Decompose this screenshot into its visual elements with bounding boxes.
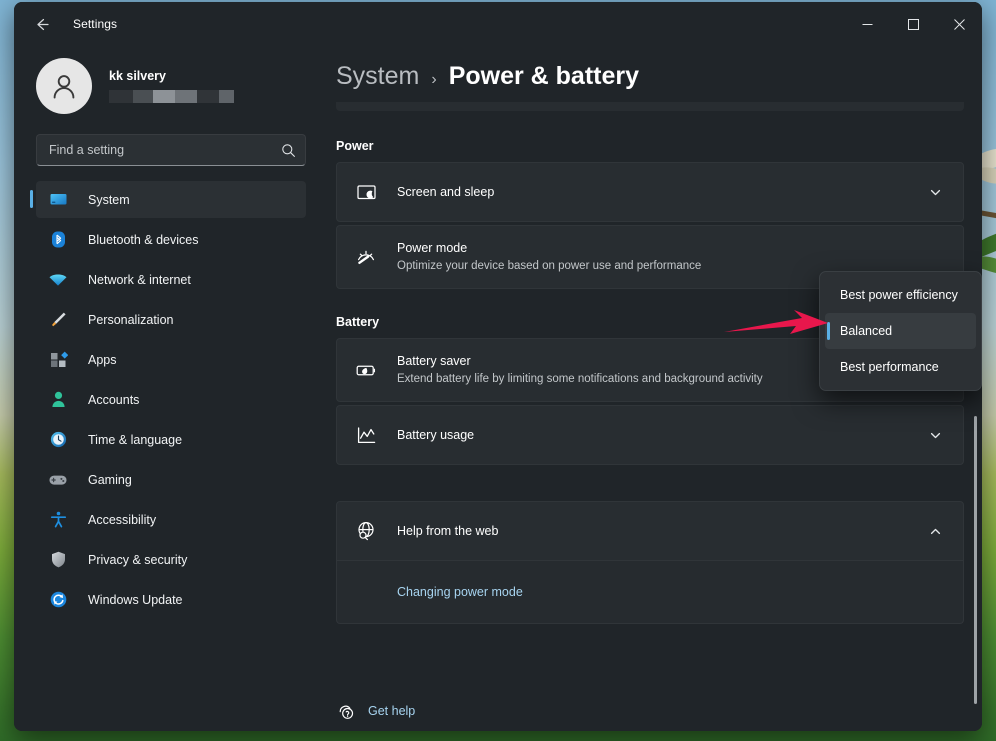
battery-saver-icon: [353, 359, 379, 382]
close-button[interactable]: [936, 2, 982, 46]
settings-window: Settings: [14, 2, 982, 731]
sidebar-item-accounts[interactable]: Accounts: [36, 381, 306, 418]
sidebar-item-label: Windows Update: [88, 593, 183, 607]
chart-line-icon: [353, 425, 379, 446]
section-title-power: Power: [336, 139, 968, 153]
account-info: kk silvery: [109, 69, 234, 103]
sidebar-item-apps[interactable]: Apps: [36, 341, 306, 378]
dropdown-option-best-power-efficiency[interactable]: Best power efficiency: [825, 277, 976, 313]
card-battery-usage[interactable]: Battery usage: [336, 405, 964, 465]
card-text: Power mode Optimize your device based on…: [397, 240, 946, 274]
card-title: Help from the web: [397, 523, 924, 540]
sidebar-nav: System Bluetooth & devices: [23, 181, 311, 618]
sidebar-item-bluetooth-devices[interactable]: Bluetooth & devices: [36, 221, 306, 258]
dropdown-option-best-performance[interactable]: Best performance: [825, 349, 976, 385]
account-email-redacted: [109, 90, 234, 103]
search-box[interactable]: [36, 134, 306, 166]
card-text: Help from the web: [397, 523, 924, 540]
card-text: Battery usage: [397, 427, 924, 444]
chevron-down-icon[interactable]: [924, 186, 946, 199]
person-icon: [47, 389, 69, 411]
window-body: kk silvery: [14, 46, 982, 731]
monitor-icon: [47, 189, 69, 211]
sidebar-item-label: Accessibility: [88, 513, 156, 527]
screen-sleep-icon: [353, 182, 379, 203]
sidebar-item-label: Network & internet: [88, 273, 191, 287]
card-title: Power mode: [397, 240, 946, 257]
sidebar-item-accessibility[interactable]: Accessibility: [36, 501, 306, 538]
chevron-up-icon[interactable]: [924, 525, 946, 538]
breadcrumb: System › Power & battery: [332, 46, 968, 91]
card-subtitle: Extend battery life by limiting some not…: [397, 372, 826, 388]
desktop-wallpaper: Settings: [0, 0, 996, 741]
help-from-web-group: Help from the web Changing power mode: [336, 501, 964, 624]
sidebar-item-label: Privacy & security: [88, 553, 187, 567]
help-link-changing-power-mode[interactable]: Changing power mode: [397, 585, 523, 599]
chevron-down-icon[interactable]: [924, 429, 946, 442]
sidebar-item-label: Gaming: [88, 473, 132, 487]
card-text: Screen and sleep: [397, 184, 924, 201]
scrollbar-thumb[interactable]: [974, 416, 977, 704]
gauge-icon: [353, 246, 379, 268]
account-header[interactable]: kk silvery: [23, 46, 311, 124]
maximize-button[interactable]: [890, 2, 936, 46]
clock-icon: [47, 429, 69, 451]
help-from-web-header[interactable]: Help from the web: [336, 501, 964, 561]
accessibility-icon: [47, 509, 69, 531]
window-title: Settings: [73, 17, 117, 31]
help-question-icon: [336, 701, 356, 721]
back-button[interactable]: [25, 8, 57, 40]
sidebar-item-gaming[interactable]: Gaming: [36, 461, 306, 498]
breadcrumb-parent-link[interactable]: System: [336, 62, 419, 91]
gamepad-icon: [47, 469, 69, 491]
paintbrush-icon: [47, 309, 69, 331]
apps-icon: [47, 349, 69, 371]
sidebar-item-label: Bluetooth & devices: [88, 233, 199, 247]
sidebar-item-network-internet[interactable]: Network & internet: [36, 261, 306, 298]
get-help-row[interactable]: Get help: [336, 701, 415, 721]
scrolled-card-edge: [336, 102, 964, 111]
dropdown-option-balanced[interactable]: Balanced: [825, 313, 976, 349]
help-from-web-body: Changing power mode: [336, 561, 964, 624]
sidebar-item-label: Time & language: [88, 433, 182, 447]
card-title: Screen and sleep: [397, 184, 924, 201]
card-screen-and-sleep[interactable]: Screen and sleep: [336, 162, 964, 222]
sidebar-item-windows-update[interactable]: Windows Update: [36, 581, 306, 618]
shield-icon: [47, 549, 69, 571]
search-input[interactable]: [49, 143, 281, 157]
wifi-icon: [47, 269, 69, 291]
sidebar: kk silvery: [14, 46, 320, 731]
sidebar-item-label: Accounts: [88, 393, 139, 407]
sidebar-item-time-language[interactable]: Time & language: [36, 421, 306, 458]
power-mode-dropdown[interactable]: Best power efficiency Balanced Best perf…: [819, 271, 982, 391]
page-title: Power & battery: [449, 62, 639, 91]
breadcrumb-separator-icon: ›: [431, 71, 436, 89]
globe-search-icon: [353, 520, 379, 542]
sidebar-item-label: System: [88, 193, 130, 207]
card-text: Battery saver Extend battery life by lim…: [397, 353, 826, 387]
sidebar-item-label: Personalization: [88, 313, 173, 327]
sidebar-item-label: Apps: [88, 353, 117, 367]
update-icon: [47, 589, 69, 611]
account-name: kk silvery: [109, 69, 234, 83]
title-bar: Settings: [14, 2, 982, 46]
avatar: [36, 58, 92, 114]
card-title: Battery saver: [397, 353, 826, 370]
minimize-button[interactable]: [844, 2, 890, 46]
window-controls: [844, 2, 982, 46]
sidebar-item-system[interactable]: System: [36, 181, 306, 218]
search-icon: [281, 143, 296, 158]
card-title: Battery usage: [397, 427, 924, 444]
bluetooth-icon: [47, 229, 69, 251]
sidebar-item-personalization[interactable]: Personalization: [36, 301, 306, 338]
sidebar-item-privacy-security[interactable]: Privacy & security: [36, 541, 306, 578]
get-help-label: Get help: [368, 704, 415, 718]
